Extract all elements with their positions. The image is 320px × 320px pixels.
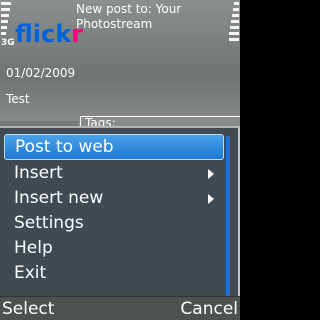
menu-item-settings[interactable]: Settings	[6, 211, 222, 235]
softkey-bar: Select Cancel	[0, 296, 240, 320]
signal-strength-icon	[0, 0, 12, 38]
menu-item-label: Insert new	[14, 188, 104, 208]
softkey-select[interactable]: Select	[2, 297, 54, 320]
menu-item-label: Exit	[14, 263, 47, 283]
softkey-cancel[interactable]: Cancel	[180, 297, 238, 320]
menu-item-label: Insert	[14, 163, 63, 183]
menu-item-insert[interactable]: Insert	[6, 161, 222, 185]
logo-part-1: flick	[15, 20, 72, 48]
page-title: New post to: Your Photostream	[76, 2, 182, 31]
app-screen: 3G flickr New post to: Your Photostream …	[0, 0, 240, 320]
network-type-label: 3G	[1, 38, 15, 48]
post-date: 01/02/2009	[6, 66, 76, 80]
options-menu: Post to web Insert Insert new Settings H…	[0, 126, 240, 296]
menu-item-label: Help	[14, 238, 53, 258]
flickr-logo: flickr	[15, 20, 83, 48]
menu-item-help[interactable]: Help	[6, 236, 222, 260]
menu-item-label: Settings	[14, 213, 84, 233]
menu-item-exit[interactable]: Exit	[6, 261, 222, 285]
menu-item-label: Post to web	[15, 137, 114, 157]
submenu-arrow-icon	[208, 169, 214, 179]
menu-item-post-to-web[interactable]: Post to web	[4, 134, 224, 160]
post-title-field[interactable]: Test	[6, 92, 30, 106]
battery-icon	[228, 0, 240, 54]
menu-item-insert-new[interactable]: Insert new	[6, 186, 222, 210]
menu-scrollbar[interactable]	[226, 136, 230, 296]
submenu-arrow-icon	[208, 194, 214, 204]
